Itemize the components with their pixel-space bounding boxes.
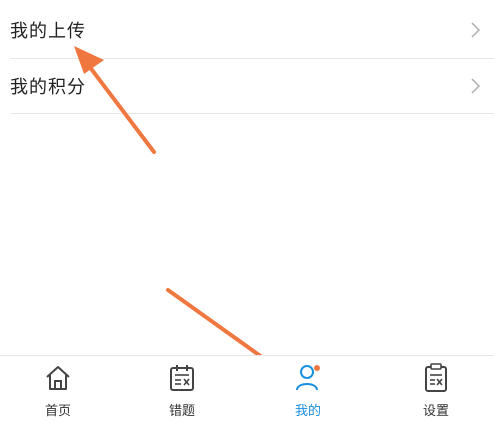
tab-settings-label: 设置: [422, 404, 449, 419]
tab-home-label: 首页: [44, 404, 71, 419]
divider: [10, 113, 494, 114]
calendar-x-icon: [170, 365, 194, 391]
chevron-right-icon: [471, 78, 481, 94]
user-icon: [296, 365, 320, 391]
tab-settings[interactable]: 设置: [396, 356, 476, 421]
bottom-tab-bar: 首页 错题 我的 设置: [0, 355, 494, 421]
my-points-item[interactable]: 我的积分: [10, 58, 494, 114]
home-icon: [46, 366, 70, 390]
my-uploads-item[interactable]: 我的上传: [10, 2, 494, 58]
clipboard-x-icon: [425, 363, 447, 392]
tab-wrong-questions[interactable]: 错题: [142, 356, 222, 421]
chevron-right-icon: [471, 22, 481, 38]
my-uploads-label: 我的上传: [10, 21, 86, 42]
tab-mine-label: 我的: [294, 404, 321, 419]
tab-wrong-questions-label: 错题: [168, 404, 195, 419]
tab-home[interactable]: 首页: [18, 356, 98, 421]
my-points-label: 我的积分: [10, 77, 86, 98]
tab-mine[interactable]: 我的: [268, 356, 348, 421]
